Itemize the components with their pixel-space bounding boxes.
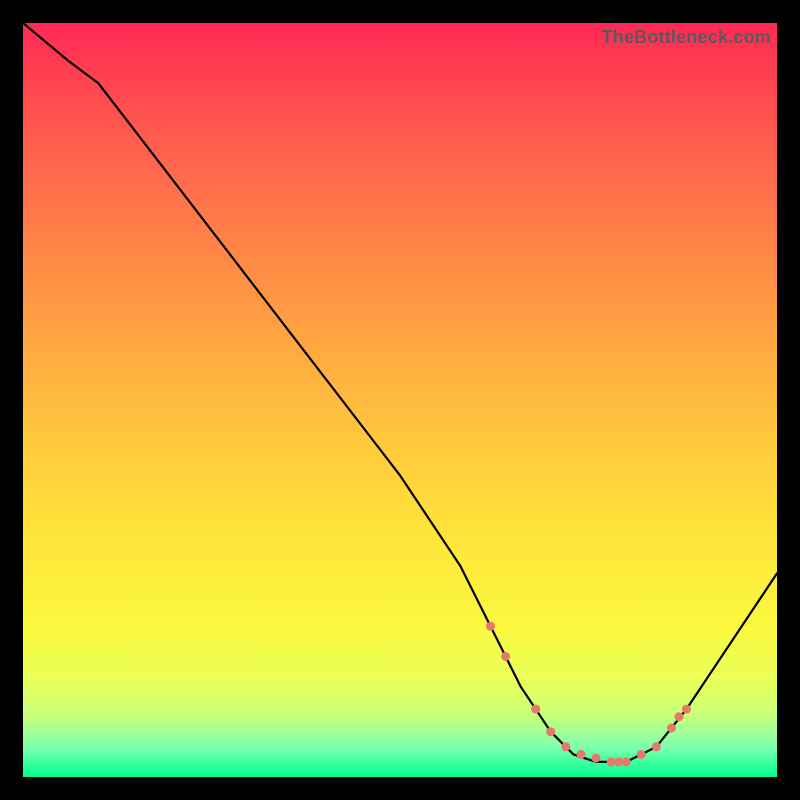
data-marker [486, 622, 495, 631]
watermark-text: TheBottleneck.com [602, 27, 771, 48]
data-marker [675, 712, 684, 721]
data-marker [614, 757, 623, 766]
data-marker [637, 750, 646, 759]
bottleneck-curve [23, 23, 777, 762]
chart-svg [23, 23, 777, 777]
data-marker [622, 757, 631, 766]
data-marker [531, 705, 540, 714]
data-marker [561, 742, 570, 751]
data-markers [486, 622, 691, 767]
data-marker [546, 727, 555, 736]
data-marker [667, 724, 676, 733]
data-marker [682, 705, 691, 714]
data-marker [592, 754, 601, 763]
data-marker [652, 742, 661, 751]
data-marker [607, 757, 616, 766]
data-marker [501, 652, 510, 661]
data-marker [577, 750, 586, 759]
plot-area: TheBottleneck.com [23, 23, 777, 777]
